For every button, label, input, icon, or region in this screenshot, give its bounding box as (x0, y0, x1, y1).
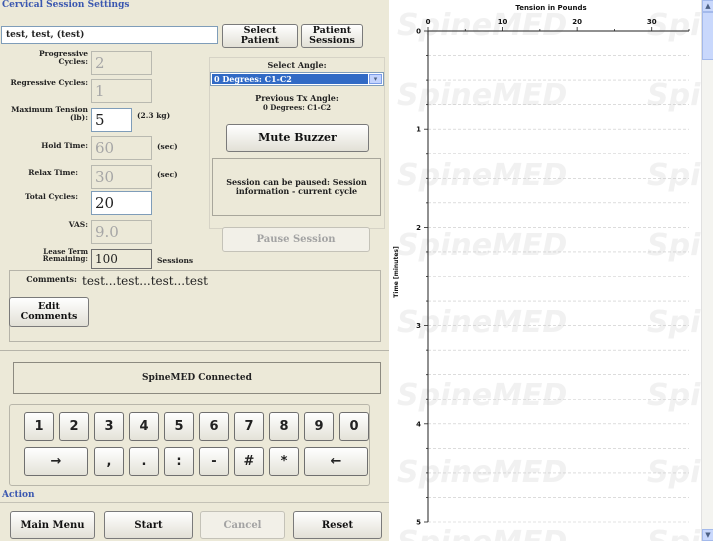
key-colon[interactable]: : (164, 447, 194, 476)
chart-x-axis-label: Tension in Pounds (515, 4, 586, 12)
key-hash[interactable]: # (234, 447, 264, 476)
key-asterisk[interactable]: * (269, 447, 299, 476)
previous-angle-value: 0 Degrees: C1-C2 (262, 103, 332, 112)
key-comma[interactable]: , (94, 447, 124, 476)
x-tick-label: 10 (498, 18, 508, 26)
y-tick-label: 2 (416, 224, 421, 232)
key-3[interactable]: 3 (94, 412, 124, 441)
scroll-thumb[interactable] (702, 12, 713, 60)
lease-term-value: 100 (91, 249, 152, 269)
previous-angle-label: Previous Tx Angle: (255, 93, 339, 103)
vas-label: VAS: (68, 220, 88, 229)
comments-text: test...test...test...test (82, 274, 208, 288)
chevron-down-icon[interactable]: ▾ (369, 74, 382, 84)
hold-time-unit: (sec) (157, 142, 178, 151)
scroll-down-icon[interactable]: ▼ (702, 529, 713, 541)
hold-time-input[interactable]: 60 (91, 136, 152, 160)
edit-comments-button[interactable]: Edit Comments (9, 297, 89, 327)
key-1[interactable]: 1 (24, 412, 54, 441)
key-5[interactable]: 5 (164, 412, 194, 441)
hold-time-label: Hold Time: (41, 141, 88, 150)
y-tick-label: 3 (416, 322, 421, 330)
vas-input[interactable]: 9.0 (91, 220, 152, 244)
tension-chart-area: SpineMED SpineMED SpineMED SpineMED Spin… (389, 0, 713, 541)
angle-select[interactable]: 0 Degrees: C1-C2 ▾ (210, 72, 384, 86)
angle-select-value: 0 Degrees: C1-C2 (212, 74, 368, 84)
total-cycles-input[interactable]: 20 (91, 191, 152, 215)
regressive-cycles-label: Regressive Cycles: (10, 78, 88, 87)
scroll-up-icon[interactable]: ▲ (702, 0, 713, 12)
main-menu-button[interactable]: Main Menu (10, 511, 95, 539)
session-settings-title: Cervical Session Settings (2, 0, 130, 10)
key-4[interactable]: 4 (129, 412, 159, 441)
chart-y-axis-label: Time [minutes] (393, 246, 400, 298)
key-0[interactable]: 0 (339, 412, 369, 441)
x-tick-label: 0 (426, 18, 431, 26)
lease-term-label: Lease Term Remaining: (42, 247, 88, 264)
key-9[interactable]: 9 (304, 412, 334, 441)
lease-term-unit: Sessions (157, 256, 194, 265)
maximum-tension-input[interactable]: 5 (91, 108, 132, 132)
cancel-button[interactable]: Cancel (200, 511, 285, 539)
patient-name-field: test, test, (test) (1, 26, 218, 44)
pause-info-text: Session can be paused: Session informati… (226, 176, 367, 196)
key-8[interactable]: 8 (269, 412, 299, 441)
select-angle-label: Select Angle: (267, 60, 327, 70)
relax-time-label: Relax Time: (28, 168, 78, 177)
action-title: Action (2, 490, 35, 500)
mute-buzzer-button[interactable]: Mute Buzzer (226, 124, 369, 152)
progressive-cycles-label: Progressive Cycles: (39, 49, 88, 66)
y-tick-label: 4 (416, 420, 421, 428)
session-settings-panel: Cervical Session Settings test, test, (t… (0, 0, 389, 541)
y-tick-label: 1 (416, 126, 421, 134)
y-tick-label: 0 (416, 28, 421, 36)
relax-time-input[interactable]: 30 (91, 165, 152, 189)
pause-session-button[interactable]: Pause Session (222, 227, 370, 252)
start-button[interactable]: Start (104, 511, 193, 539)
key-7[interactable]: 7 (234, 412, 264, 441)
tension-time-chart: 0 1 2 3 4 5 0 10 20 30 Tension in Pounds Time [mi… (393, 4, 690, 527)
total-cycles-label: Total Cycles: (24, 192, 78, 201)
chart-axes: 0 1 2 3 4 5 0 10 20 30 (416, 18, 690, 527)
maximum-tension-kg: (2.3 kg) (137, 111, 171, 120)
key-2[interactable]: 2 (59, 412, 89, 441)
key-period[interactable]: . (129, 447, 159, 476)
divider (0, 502, 389, 503)
x-tick-label: 30 (647, 18, 657, 26)
connection-status: SpineMED Connected (13, 362, 381, 394)
comments-label: Comments: (26, 274, 77, 284)
key-dash[interactable]: - (199, 447, 229, 476)
key-6[interactable]: 6 (199, 412, 229, 441)
y-tick-label: 5 (416, 519, 421, 527)
key-backspace[interactable]: ← (304, 447, 368, 476)
x-tick-label: 20 (572, 18, 582, 26)
divider (0, 350, 389, 351)
patient-sessions-button[interactable]: Patient Sessions (301, 24, 363, 48)
progressive-cycles-input[interactable]: 2 (91, 51, 152, 75)
pause-info-box: Session can be paused: Session informati… (212, 158, 381, 216)
select-patient-button[interactable]: Select Patient (222, 24, 298, 48)
relax-time-unit: (sec) (157, 170, 178, 179)
reset-button[interactable]: Reset (293, 511, 382, 539)
maximum-tension-label: Maximum Tension (lb): (11, 105, 88, 122)
key-right-arrow[interactable]: → (24, 447, 88, 476)
chart-grid (428, 55, 689, 523)
regressive-cycles-input[interactable]: 1 (91, 79, 152, 103)
chart-scrollbar[interactable]: ▲ ▼ (701, 0, 713, 541)
